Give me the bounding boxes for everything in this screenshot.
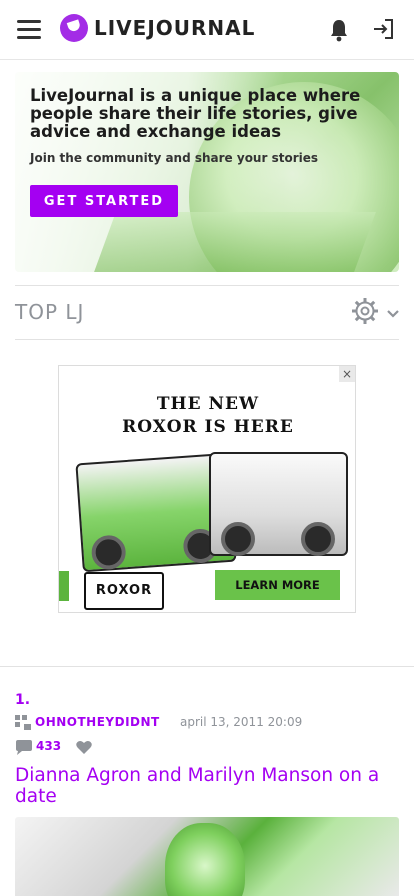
post-image-face bbox=[165, 823, 245, 896]
wheel-image bbox=[90, 534, 127, 571]
ad-side-stripe bbox=[59, 571, 69, 601]
ad-headline-line-2: ROXOR IS HERE bbox=[122, 417, 294, 437]
hero-subtitle: Join the community and share your storie… bbox=[30, 151, 319, 165]
gear-icon[interactable] bbox=[351, 297, 379, 325]
chevron-down-icon[interactable] bbox=[387, 309, 399, 319]
ad-headline-line-1: THE NEW bbox=[156, 394, 260, 414]
wheel-image bbox=[301, 522, 335, 556]
advertisement[interactable]: × THE NEW ROXOR IS HERE ROXOR LEARN MORE bbox=[58, 365, 356, 613]
comment-count[interactable]: 433 bbox=[36, 739, 61, 753]
ad-headline: THE NEW ROXOR IS HERE bbox=[69, 393, 347, 439]
comment-icon[interactable] bbox=[15, 740, 33, 756]
post-image[interactable] bbox=[15, 817, 399, 896]
get-started-button[interactable]: GET STARTED bbox=[30, 185, 178, 217]
post-rank: 1. bbox=[15, 692, 31, 708]
logo-text: LIVEJOURNAL bbox=[94, 16, 256, 40]
top-bar: LIVEJOURNAL bbox=[0, 0, 414, 60]
hero-title: LiveJournal is a unique place where peop… bbox=[30, 86, 361, 141]
livejournal-logo-icon bbox=[60, 14, 88, 42]
wheel-image bbox=[221, 522, 255, 556]
ad-close-icon[interactable]: × bbox=[339, 366, 355, 382]
post-title-link[interactable]: Dianna Agron and Marilyn Manson on a dat… bbox=[15, 765, 399, 807]
logo[interactable]: LIVEJOURNAL bbox=[60, 14, 255, 42]
divider bbox=[15, 285, 399, 286]
section-title: TOP LJ bbox=[15, 300, 85, 324]
user-icon bbox=[15, 715, 31, 730]
login-icon[interactable] bbox=[371, 17, 395, 41]
white-vehicle-image bbox=[209, 452, 348, 556]
divider bbox=[0, 666, 414, 667]
divider bbox=[15, 339, 399, 340]
heart-icon[interactable] bbox=[76, 740, 92, 755]
hero-image-laptop bbox=[94, 212, 376, 272]
post-date: april 13, 2011 20:09 bbox=[180, 715, 303, 729]
post-author-link[interactable]: OHNOTHEYDIDNT bbox=[35, 715, 160, 729]
bell-icon[interactable] bbox=[329, 18, 349, 42]
roxor-logo: ROXOR bbox=[84, 572, 164, 610]
learn-more-button[interactable]: LEARN MORE bbox=[215, 570, 340, 600]
menu-icon[interactable] bbox=[17, 20, 41, 40]
hero-banner: LiveJournal is a unique place where peop… bbox=[15, 72, 399, 272]
